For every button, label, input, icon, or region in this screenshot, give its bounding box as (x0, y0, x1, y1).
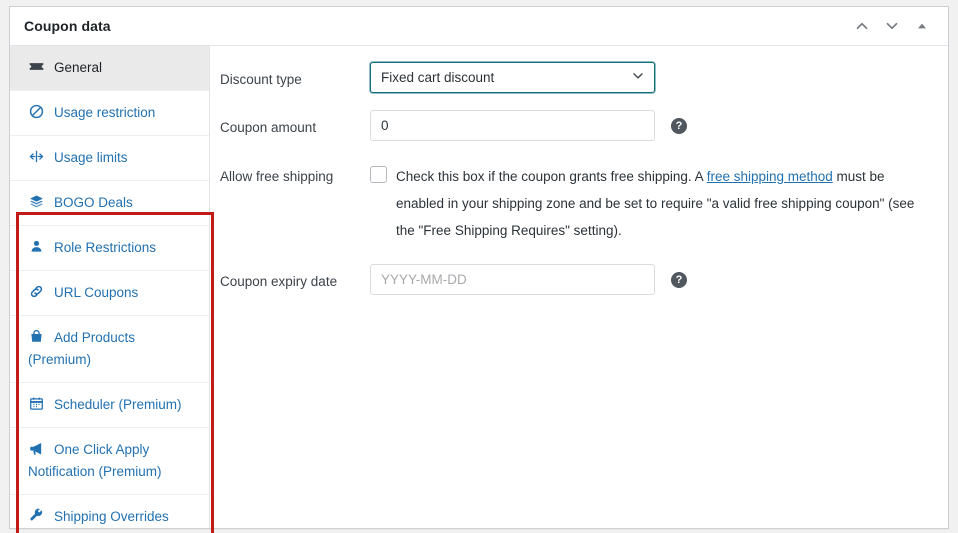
move-up-button[interactable] (848, 12, 876, 40)
coupon-amount-input[interactable] (370, 110, 655, 141)
sidebar-item-usage-limits[interactable]: Usage limits (10, 136, 209, 181)
ticket-icon (28, 58, 48, 75)
chevron-down-icon (883, 17, 901, 35)
allow-free-shipping-label: Allow free shipping (220, 169, 334, 184)
sidebar-item-general[interactable]: General (10, 46, 209, 91)
discount-type-select[interactable]: Fixed cart discount (370, 62, 655, 93)
screen: Coupon data General Usage restriction Us… (0, 0, 958, 533)
sidebar-item-label: Scheduler (Premium) (54, 397, 182, 412)
coupon-general-panel: Discount type Fixed cart discount Coupon… (210, 46, 948, 528)
megaphone-icon (28, 440, 48, 457)
sidebar-item-label: Shipping Overrides (Premium) (28, 509, 169, 533)
coupon-data-tabs: General Usage restriction Usage limits B… (10, 46, 210, 533)
field-coupon-amount: Coupon amount ? (210, 110, 948, 141)
coupon-expiry-date-label: Coupon expiry date (220, 274, 338, 289)
discount-type-label: Discount type (220, 72, 302, 87)
free-shipping-text-before: Check this box if the coupon grants free… (396, 169, 707, 184)
coupon-amount-help-icon[interactable]: ? (671, 118, 687, 134)
coupon-amount-label: Coupon amount (220, 120, 317, 135)
toggle-panel-button[interactable] (908, 12, 936, 40)
sidebar-item-label: BOGO Deals (54, 195, 133, 210)
move-down-button[interactable] (878, 12, 906, 40)
bag-icon (28, 328, 48, 345)
field-allow-free-shipping: Allow free shipping Check this box if th… (210, 159, 948, 244)
sidebar-item-add-products[interactable]: Add Products (Premium) (10, 316, 209, 383)
panel-header: Coupon data (10, 7, 948, 46)
coupon-expiry-date-input[interactable] (370, 264, 655, 295)
panel-body: General Usage restriction Usage limits B… (10, 46, 948, 533)
allow-free-shipping-checkbox[interactable] (370, 166, 387, 183)
chevron-up-icon (853, 17, 871, 35)
sidebar-item-label: One Click Apply Notification (Premium) (28, 442, 162, 479)
sidebar-item-scheduler[interactable]: Scheduler (Premium) (10, 383, 209, 428)
sidebar-item-usage-restriction[interactable]: Usage restriction (10, 91, 209, 136)
sidebar-item-label: Usage limits (54, 150, 128, 165)
user-icon (28, 238, 48, 255)
field-coupon-expiry-date: Coupon expiry date ? (210, 264, 948, 295)
page-title: Coupon data (24, 18, 111, 34)
sidebar-item-one-click-apply-notification[interactable]: One Click Apply Notification (Premium) (10, 428, 209, 495)
link-icon (28, 283, 48, 300)
sidebar-item-shipping-overrides[interactable]: Shipping Overrides (Premium) (10, 495, 209, 533)
calendar-icon (28, 395, 48, 412)
sidebar-item-label: Role Restrictions (54, 240, 157, 255)
field-discount-type: Discount type Fixed cart discount (210, 62, 948, 93)
sidebar-item-label: General (54, 60, 103, 75)
sidebar-item-url-coupons[interactable]: URL Coupons (10, 271, 209, 316)
layers-icon (28, 193, 48, 210)
triangle-up-icon (914, 18, 930, 34)
free-shipping-method-link[interactable]: free shipping method (707, 169, 833, 184)
sidebar-item-role-restrictions[interactable]: Role Restrictions (10, 226, 209, 271)
block-icon (28, 103, 48, 120)
sidebar-item-label: URL Coupons (54, 285, 139, 300)
wrench-icon (28, 507, 48, 524)
panel-header-controls (848, 12, 936, 40)
sidebar-item-bogo-deals[interactable]: BOGO Deals (10, 181, 209, 226)
coupon-expiry-date-help-icon[interactable]: ? (671, 272, 687, 288)
coupon-data-panel: Coupon data General Usage restriction Us… (9, 6, 949, 533)
sidebar-item-label: Usage restriction (54, 105, 156, 120)
limits-icon (28, 148, 48, 165)
allow-free-shipping-description: Check this box if the coupon grants free… (396, 163, 934, 244)
